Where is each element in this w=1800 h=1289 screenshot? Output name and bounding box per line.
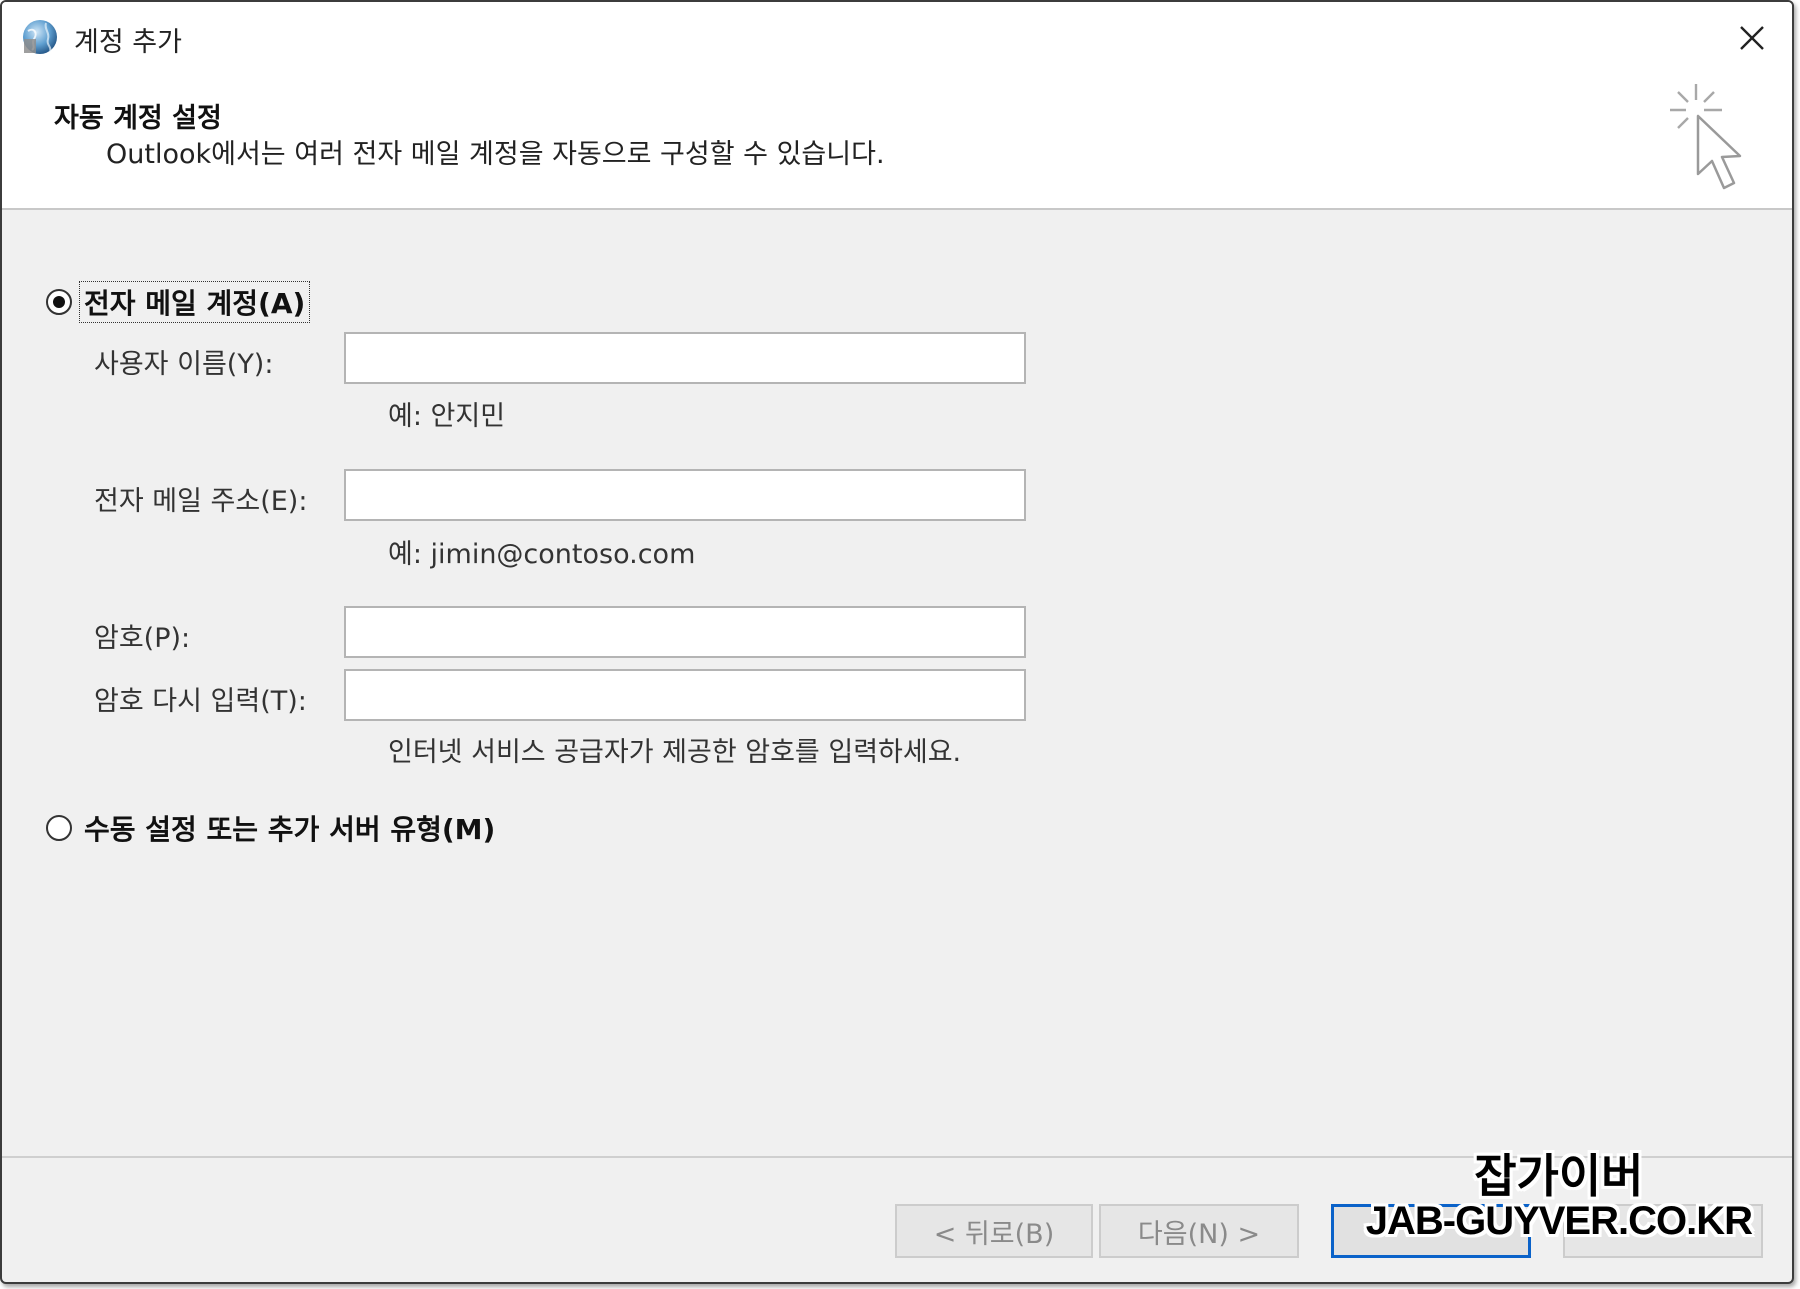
username-hint: 예: 안지민 <box>388 401 506 432</box>
next-button[interactable]: 다음(N) > <box>1099 1204 1299 1258</box>
password-label: 암호(P): <box>94 623 191 654</box>
username-label: 사용자 이름(Y): <box>94 349 274 380</box>
watermark: 잡가이버 JAB-GUYVER.CO.KR <box>1365 1149 1753 1244</box>
username-field[interactable] <box>344 332 1026 384</box>
password-input[interactable] <box>346 608 1024 656</box>
watermark-korean: 잡가이버 <box>1474 1149 1644 1203</box>
email-account-label: 전자 메일 계정(A) <box>78 281 311 323</box>
password-confirm-label: 암호 다시 입력(T): <box>94 686 307 717</box>
title-bar: 계정 추가 <box>2 2 1792 74</box>
password-confirm-field[interactable] <box>344 669 1026 721</box>
close-icon <box>1740 26 1764 50</box>
email-account-option[interactable]: 전자 메일 계정(A) <box>46 281 311 323</box>
email-field[interactable] <box>344 469 1026 521</box>
email-account-radio[interactable] <box>46 289 72 315</box>
password-field[interactable] <box>344 606 1026 658</box>
username-input[interactable] <box>346 334 1024 382</box>
password-hint: 인터넷 서비스 공급자가 제공한 암호를 입력하세요. <box>388 737 962 768</box>
window-title: 계정 추가 <box>74 27 182 58</box>
email-input[interactable] <box>346 471 1024 519</box>
magic-cursor-icon <box>1670 84 1742 190</box>
outlook-globe-icon <box>23 20 57 54</box>
header-title: 자동 계정 설정 <box>54 103 222 134</box>
password-confirm-input[interactable] <box>346 671 1024 719</box>
watermark-url: JAB-GUYVER.CO.KR <box>1365 1199 1753 1244</box>
header-subtitle: Outlook에서는 여러 전자 메일 계정을 자동으로 구성할 수 있습니다. <box>106 139 885 170</box>
add-account-dialog: 계정 추가 자동 계정 설정 Outlook에서는 여러 전자 메일 계정을 자… <box>0 0 1794 1284</box>
manual-setup-radio[interactable] <box>46 815 72 841</box>
manual-setup-option[interactable]: 수동 설정 또는 추가 서버 유형(M) <box>46 808 499 848</box>
email-hint: 예: jimin@contoso.com <box>388 539 696 570</box>
back-button[interactable]: < 뒤로(B) <box>895 1204 1093 1258</box>
email-label: 전자 메일 주소(E): <box>94 486 308 517</box>
manual-setup-label: 수동 설정 또는 추가 서버 유형(M) <box>84 813 496 846</box>
close-button[interactable] <box>1724 10 1780 66</box>
wizard-header: 자동 계정 설정 Outlook에서는 여러 전자 메일 계정을 자동으로 구성… <box>2 74 1792 210</box>
